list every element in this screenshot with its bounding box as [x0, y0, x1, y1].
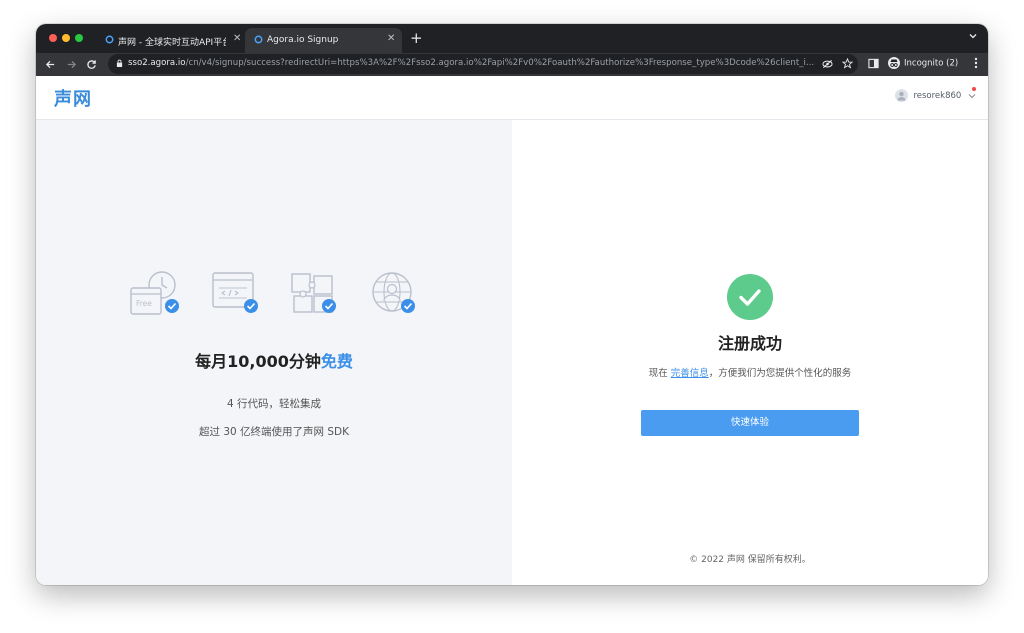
back-arrow-icon[interactable]: [45, 59, 56, 70]
address-bar[interactable]: sso2.agora.io/cn/v4/signup/success?redir…: [108, 54, 858, 74]
forward-arrow-icon[interactable]: [66, 59, 77, 70]
new-tab-button[interactable]: +: [410, 29, 423, 47]
avatar: [895, 89, 909, 102]
copyright-text: © 2022 声网 保留所有权利。: [689, 555, 811, 565]
side-panel-icon[interactable]: [868, 58, 879, 69]
site-header: 声网 resorek860: [36, 76, 988, 120]
tab-shengwang[interactable]: 声网 - 全球实时互动API平台开创 ✕: [96, 28, 241, 53]
reload-icon[interactable]: [86, 59, 97, 70]
tab-title: 声网 - 全球实时互动API平台开创: [118, 38, 226, 48]
promo-line-integration: 4 行代码，轻松集成: [226, 398, 322, 410]
lock-icon: [116, 59, 123, 67]
success-description: 现在 完善信息，方便我们为您提供个性化的服务: [648, 368, 852, 379]
eye-slash-icon[interactable]: [822, 59, 833, 69]
agora-favicon-icon: [105, 35, 114, 44]
agora-favicon-icon: [254, 35, 263, 44]
tab-agora-signup[interactable]: Agora.io Signup ✕: [245, 28, 402, 53]
code-window-icon: [212, 272, 258, 313]
username: resorek860: [913, 91, 962, 101]
tab-title: Agora.io Signup: [267, 35, 339, 45]
shengwang-logo[interactable]: 声网: [54, 85, 92, 111]
browser-window: 声网 - 全球实时互动API平台开创 ✕ Agora.io Signup ✕ +…: [36, 24, 988, 585]
tab-strip: 声网 - 全球实时互动API平台开创 ✕ Agora.io Signup ✕ +: [36, 24, 988, 53]
bookmark-star-icon[interactable]: [842, 58, 853, 69]
success-title: 注册成功: [717, 334, 782, 353]
promo-line-devices: 超过 30 亿终端使用了声网 SDK: [198, 426, 349, 438]
url-text: sso2.agora.io/cn/v4/signup/success?redir…: [128, 58, 815, 68]
minimize-window-button[interactable]: [62, 34, 70, 42]
free-minutes-icon: Free: [130, 271, 179, 315]
more-menu-icon[interactable]: [974, 57, 978, 69]
browser-toolbar: sso2.agora.io/cn/v4/signup/success?redir…: [36, 53, 988, 76]
free-label: Free: [136, 299, 152, 308]
complete-info-link[interactable]: 完善信息: [671, 368, 709, 379]
incognito-indicator[interactable]: Incognito (2): [888, 57, 958, 69]
maximize-window-button[interactable]: [75, 34, 83, 42]
signup-success-panel: 注册成功 现在 完善信息，方便我们为您提供个性化的服务 快速体验 © 2022 …: [512, 120, 988, 585]
success-check-icon: [727, 274, 773, 320]
tab-search-chevron-icon[interactable]: [968, 31, 978, 41]
close-tab-icon[interactable]: ✕: [233, 33, 241, 44]
user-menu[interactable]: resorek860: [895, 87, 977, 102]
close-window-button[interactable]: [49, 34, 57, 42]
chevron-down-icon: [968, 93, 976, 98]
notification-dot: [972, 87, 977, 91]
incognito-icon: [888, 57, 900, 69]
close-tab-icon[interactable]: ✕: [387, 33, 395, 44]
left-promo-panel: Free 每月10,000分钟免费 4 行代码，轻松集成 超过 30 亿终端使用…: [36, 120, 512, 585]
promo-headline: 每月10,000分钟免费: [195, 352, 353, 371]
page-content: 声网 resorek860 Free 每月10,000分钟免费 4 行代码，轻松…: [36, 76, 988, 585]
puzzle-integration-icon: [291, 273, 336, 313]
global-users-icon: [372, 272, 415, 313]
quick-start-button[interactable]: 快速体验: [641, 410, 859, 436]
